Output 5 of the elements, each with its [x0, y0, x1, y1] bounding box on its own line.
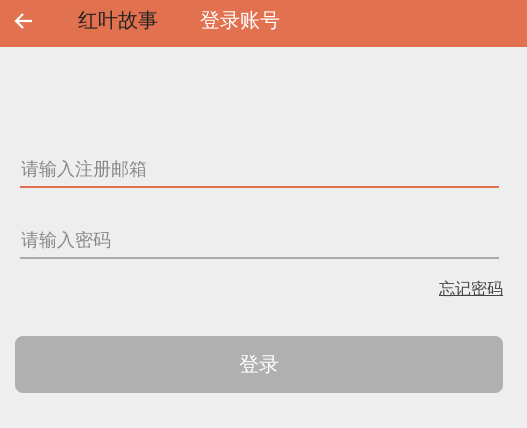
app-name: 红叶故事 — [78, 7, 158, 34]
forgot-password-link[interactable]: 忘记密码 — [439, 279, 503, 300]
page-title: 登录账号 — [200, 7, 280, 34]
input-field[interactable]: 请输入密码 — [20, 230, 499, 259]
input-field[interactable]: 请输入注册邮箱 — [20, 159, 499, 188]
